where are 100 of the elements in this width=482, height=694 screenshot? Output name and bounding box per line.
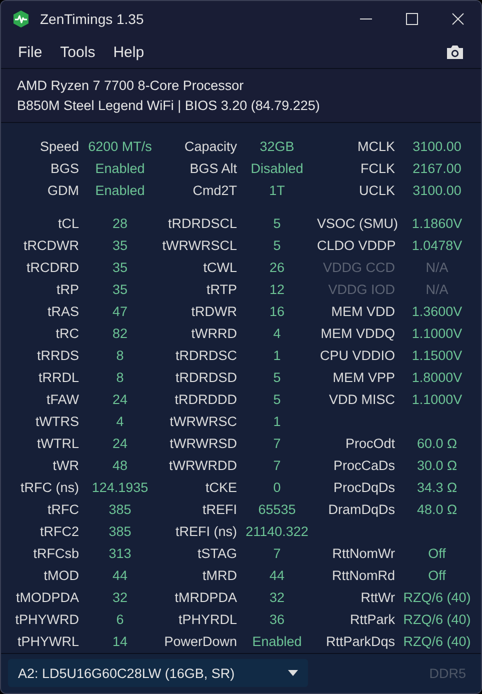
- parameter-label: tRCDRD: [26, 260, 79, 276]
- parameter-value: 385: [108, 524, 132, 540]
- parameter-value: 65535: [257, 502, 297, 518]
- parameter-label: tMOD: [42, 568, 79, 584]
- parameter-label: tRDWR: [190, 304, 237, 320]
- parameter-label: tWR: [52, 458, 79, 474]
- parameter-value: 5: [272, 392, 282, 408]
- parameter-label: GDM: [46, 183, 79, 198]
- parameter-label: tSTAG: [196, 546, 237, 562]
- parameter-value: Enabled: [94, 161, 146, 176]
- parameter-label: VDDG CCD: [322, 260, 395, 276]
- parameter-value: Disabled: [250, 161, 304, 176]
- parameter-label: tRDRDDD: [174, 392, 237, 408]
- parameter-value: RZQ/6 (40): [402, 590, 472, 606]
- menu-item[interactable]: Tools: [51, 40, 104, 65]
- parameter-value: 21140.322: [244, 524, 310, 540]
- parameter-value: N/A: [424, 282, 450, 298]
- parameter-value: 36: [268, 612, 286, 628]
- parameter-value: 1.1860V: [410, 216, 464, 232]
- parameter-label: DramDqDs: [327, 502, 395, 518]
- parameter-value: 6: [115, 612, 125, 628]
- parameter-label: tWTRL: [36, 436, 79, 452]
- parameter-value: N/A: [424, 260, 450, 276]
- parameter-label: tRFCsb: [32, 546, 79, 562]
- parameter-value: 0: [272, 480, 282, 496]
- parameter-value: 124.1935: [90, 480, 150, 496]
- parameter-value: 7: [272, 436, 282, 452]
- parameter-value: RZQ/6 (40): [402, 612, 472, 628]
- parameter-value: 8: [115, 348, 125, 364]
- parameter-value: 35: [111, 260, 129, 276]
- parameter-label: tRCDWR: [22, 238, 79, 254]
- parameter-value: 32: [111, 590, 129, 606]
- parameter-label: RttNomWr: [331, 546, 395, 562]
- parameter-label: tRP: [55, 282, 79, 298]
- parameter-label: MCLK: [356, 139, 395, 154]
- maximize-icon: [406, 13, 418, 25]
- parameter-label: tMRD: [202, 568, 237, 584]
- parameter-value: 32: [268, 590, 286, 606]
- parameter-value: 1.8000V: [410, 370, 464, 386]
- parameter-label: MEM VPP: [332, 370, 395, 386]
- parameter-value: 1.1500V: [410, 348, 464, 364]
- parameter-label: tWRRD: [190, 326, 237, 342]
- parameter-label: tRDRDSD: [174, 370, 237, 386]
- parameter-label: tRDRDSC: [174, 348, 237, 364]
- parameter-value: 1T: [268, 183, 286, 198]
- system-info-text: AMD Ryzen 7 7700 8-Core Processor: [17, 76, 245, 95]
- parameter-label: MEM VDD: [330, 304, 395, 320]
- module-dropdown[interactable]: A2: LD5U16G60C28LW (16GB, SR): [8, 659, 308, 688]
- parameter-label: Speed: [38, 139, 79, 154]
- parameter-value: 8: [115, 370, 125, 386]
- parameter-label: tREFI (ns): [174, 524, 237, 540]
- parameter-value: 5: [272, 238, 282, 254]
- parameter-value: 28: [111, 216, 129, 232]
- parameter-label: VDD MISC: [328, 392, 395, 408]
- parameter-label: tWRWRDD: [168, 458, 237, 474]
- parameter-label: FCLK: [359, 161, 395, 176]
- parameter-label: tRTP: [205, 282, 237, 298]
- parameter-label: tMRDPDA: [174, 590, 237, 606]
- parameter-label: MEM VDDQ: [320, 326, 395, 342]
- camera-icon: [445, 44, 465, 60]
- close-icon: [452, 13, 464, 25]
- parameter-label: Cmd2T: [192, 183, 237, 198]
- parameter-value: 7: [272, 546, 282, 562]
- parameter-value: 82: [111, 326, 129, 342]
- parameter-value: Enabled: [251, 634, 303, 650]
- memory-type-label: DDR5: [429, 666, 466, 681]
- parameter-value: 34.3 Ω: [416, 480, 458, 496]
- screenshot-button[interactable]: [445, 44, 465, 60]
- parameter-value: 24: [111, 436, 129, 452]
- parameter-value: 3100.00: [412, 183, 462, 198]
- parameter-label: tCWL: [202, 260, 237, 276]
- parameter-value: 32GB: [258, 139, 296, 154]
- system-info-text: B850M Steel Legend WiFi | BIOS 3.20 (84.79.225): [17, 96, 321, 115]
- parameter-value: 3100.00: [412, 139, 462, 154]
- parameter-label: ProcOdt: [344, 436, 395, 452]
- parameter-label: ProcCaDs: [332, 458, 395, 474]
- parameter-value: Enabled: [94, 183, 146, 198]
- parameter-value: 6200 MT/s: [87, 139, 153, 154]
- parameter-value: 385: [108, 502, 132, 518]
- parameter-label: BGS: [49, 161, 79, 176]
- parameter-value: 5: [272, 216, 282, 232]
- menu-item[interactable]: Help: [104, 40, 154, 65]
- parameter-label: tRRDL: [37, 370, 79, 386]
- parameter-value: 5: [272, 370, 282, 386]
- parameter-label: tWRWRSC: [168, 414, 237, 430]
- parameter-label: tPHYWRL: [16, 634, 79, 650]
- parameter-label: tWRWRSD: [168, 436, 237, 452]
- parameter-value: 2167.00: [412, 161, 462, 176]
- parameter-value: 14: [111, 634, 129, 650]
- parameter-label: tRFC: [46, 502, 79, 518]
- parameter-value: 48: [111, 458, 129, 474]
- parameter-label: tRFC2: [38, 524, 79, 540]
- parameter-value: 4: [115, 414, 125, 430]
- parameter-label: tWTRS: [34, 414, 79, 430]
- parameter-value: 12: [268, 282, 286, 298]
- parameter-value: 47: [111, 304, 129, 320]
- menu-item[interactable]: File: [9, 40, 52, 65]
- parameter-label: tCKE: [204, 480, 237, 496]
- parameter-label: tMODPDA: [14, 590, 79, 606]
- parameter-label: tRC: [54, 326, 79, 342]
